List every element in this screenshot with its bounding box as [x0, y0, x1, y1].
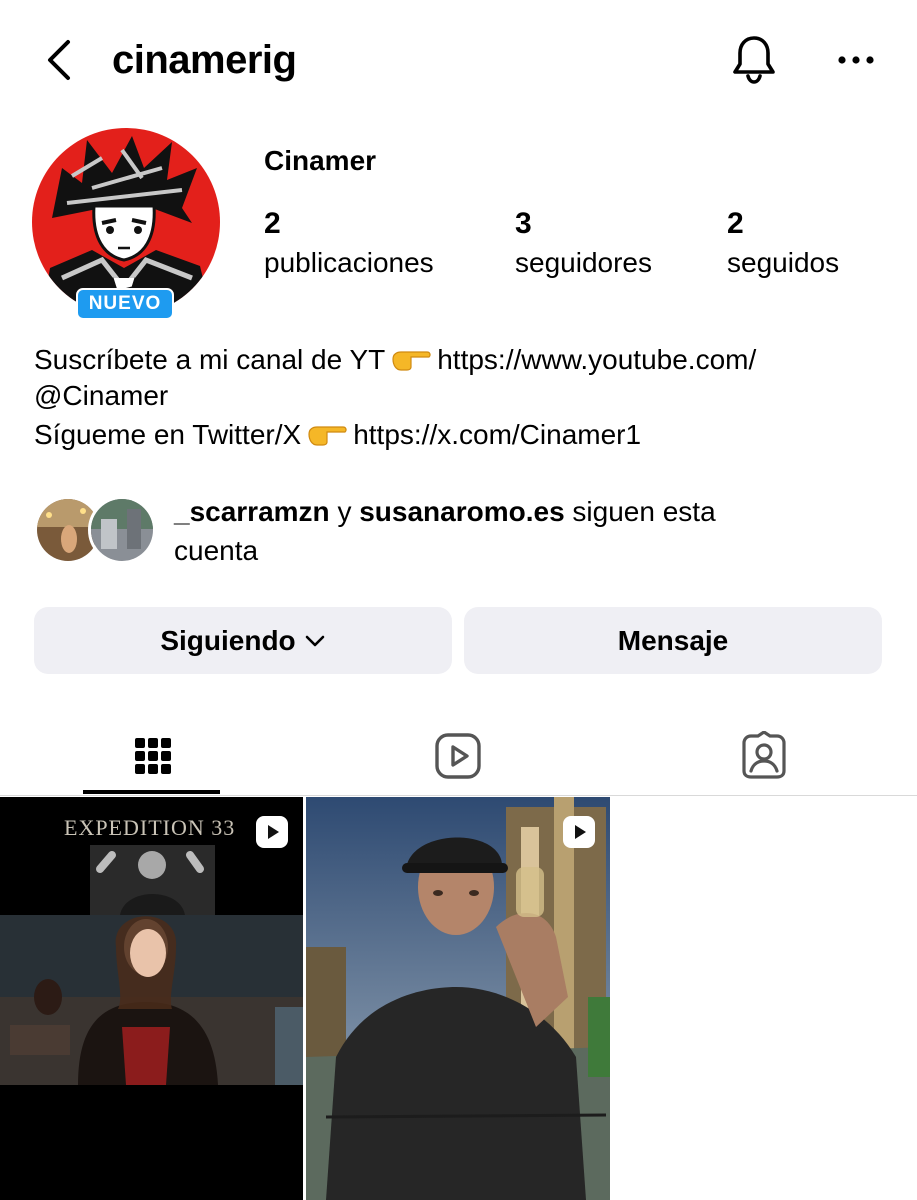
bio-text: Sígueme en Twitter/X — [34, 419, 302, 450]
display-name: Cinamer — [264, 145, 377, 176]
more-horizontal-icon — [838, 56, 874, 64]
stat-label: seguidos — [727, 247, 840, 278]
reel-badge-icon — [256, 816, 288, 848]
followed-by-text: _scarramzn y susanaromo.es siguen esta c… — [174, 492, 874, 570]
reels-icon — [434, 733, 481, 779]
bio-line: Sígueme en Twitter/X https://x.com/Cinam… — [34, 415, 641, 454]
tagged-icon — [741, 731, 786, 779]
bell-icon — [733, 36, 775, 84]
mutual-username[interactable]: susanaromo.es — [359, 496, 564, 527]
grid-icon — [134, 738, 171, 774]
followed-by-suffix: siguen esta — [572, 496, 716, 527]
bio-text: Suscríbete a mi canal de YT — [34, 344, 386, 375]
tab-reels[interactable] — [305, 716, 610, 796]
bio-line: Suscríbete a mi canal de YT https://www.… — [34, 340, 756, 379]
message-button[interactable]: Mensaje — [464, 607, 882, 674]
following-label: Siguiendo — [160, 624, 296, 656]
stat-followers[interactable]: 3 seguidores — [515, 204, 652, 282]
profile-username: cinamerig — [112, 38, 297, 82]
video-frame — [0, 797, 303, 1200]
twitter-link[interactable]: https://x.com/Cinamer1 — [353, 419, 641, 450]
pointing-hand-icon — [308, 426, 347, 446]
message-label: Mensaje — [617, 624, 729, 656]
conjunction-text: y — [337, 496, 352, 527]
youtube-link[interactable]: https://www.youtube.com/ — [437, 344, 756, 375]
mutual-username[interactable]: _scarramzn — [174, 496, 330, 527]
tab-tagged[interactable] — [610, 716, 917, 796]
back-button[interactable] — [38, 36, 82, 84]
stat-label: seguidores — [515, 247, 652, 278]
active-tab-indicator — [83, 790, 220, 794]
video-frame — [306, 797, 610, 1200]
stat-posts[interactable]: 2 publicaciones — [264, 204, 434, 282]
stat-value: 3 — [515, 207, 532, 240]
mutual-follower-avatar[interactable] — [88, 496, 156, 564]
reel-badge-icon — [563, 816, 595, 848]
pointing-hand-icon — [392, 351, 431, 371]
post-overlay-title: EXPEDITION 33 — [64, 815, 236, 840]
notifications-button[interactable] — [728, 32, 780, 86]
followed-by-suffix: cuenta — [174, 535, 259, 566]
more-options-button[interactable] — [834, 40, 878, 80]
post-thumbnail[interactable]: EXPEDITION 33 — [0, 797, 303, 1200]
following-button[interactable]: Siguiendo — [34, 607, 452, 674]
youtube-handle[interactable]: @Cinamer — [34, 380, 168, 411]
bio-line: @Cinamer — [34, 376, 168, 415]
photo-thumbnail — [91, 499, 153, 561]
stat-value: 2 — [727, 207, 744, 240]
stat-value: 2 — [264, 207, 281, 240]
divider — [0, 795, 917, 796]
stat-following[interactable]: 2 seguidos — [727, 204, 839, 282]
chevron-down-icon — [305, 635, 324, 646]
new-badge: NUEVO — [76, 288, 174, 320]
post-thumbnail[interactable] — [306, 797, 610, 1200]
tab-posts-grid[interactable] — [0, 716, 305, 796]
stat-label: publicaciones — [264, 247, 434, 278]
chevron-left-icon — [48, 40, 70, 80]
